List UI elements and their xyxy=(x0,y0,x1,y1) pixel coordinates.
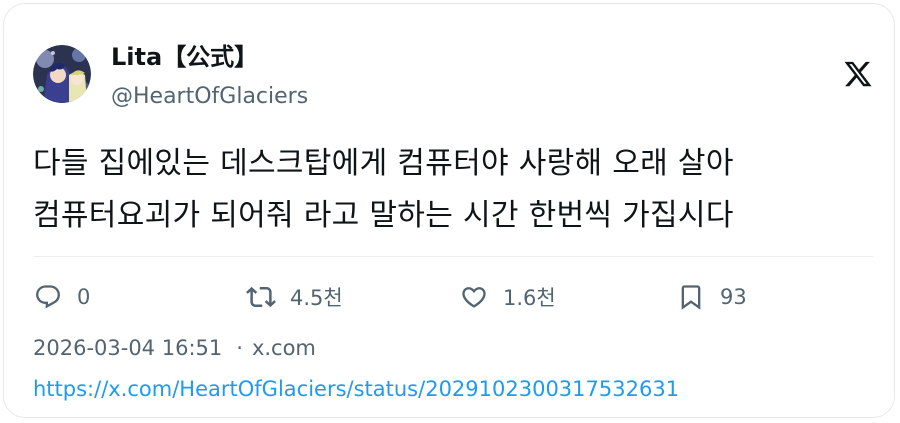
bookmark-icon xyxy=(676,282,706,312)
tweet-card: Lita【公式】 @HeartOfGlaciers 다들 집에있는 데스크탑에게… xyxy=(3,3,895,418)
author-handle[interactable]: @HeartOfGlaciers xyxy=(111,83,308,111)
bookmark-count: 93 xyxy=(720,285,747,309)
tweet-url-link[interactable]: https://x.com/HeartOfGlaciers/status/202… xyxy=(33,375,679,403)
bookmark-button[interactable]: 93 xyxy=(676,280,747,314)
divider xyxy=(33,256,873,257)
meta-separator: · xyxy=(236,336,243,360)
tweet-text-line-1: 다들 집에있는 데스크탑에게 컴퓨터야 사랑해 오래 살아 xyxy=(33,146,734,181)
tweet-meta: 2026-03-04 16:51 · x.com xyxy=(33,334,316,362)
retweet-icon xyxy=(246,282,276,312)
x-logo-icon[interactable] xyxy=(843,59,873,89)
reply-button[interactable]: 0 xyxy=(33,280,90,314)
like-count: 1.6천 xyxy=(503,286,556,310)
reply-icon xyxy=(33,282,63,312)
author-display-name[interactable]: Lita【公式】 xyxy=(111,42,258,72)
tweet-text-line-2: 컴퓨터요괴가 되어줘 라고 말하는 시간 한번씩 가집시다 xyxy=(33,198,734,233)
source-domain[interactable]: x.com xyxy=(252,336,316,360)
like-button[interactable]: 1.6천 xyxy=(459,280,556,314)
heart-icon xyxy=(459,282,489,312)
reply-count: 0 xyxy=(77,285,91,309)
avatar[interactable] xyxy=(33,45,91,103)
timestamp[interactable]: 2026-03-04 16:51 xyxy=(33,336,222,360)
tweet-text: 다들 집에있는 데스크탑에게 컴퓨터야 사랑해 오래 살아 컴퓨터요괴가 되어줘… xyxy=(33,138,873,242)
retweet-button[interactable]: 4.5천 xyxy=(246,280,343,314)
retweet-count: 4.5천 xyxy=(290,286,343,310)
